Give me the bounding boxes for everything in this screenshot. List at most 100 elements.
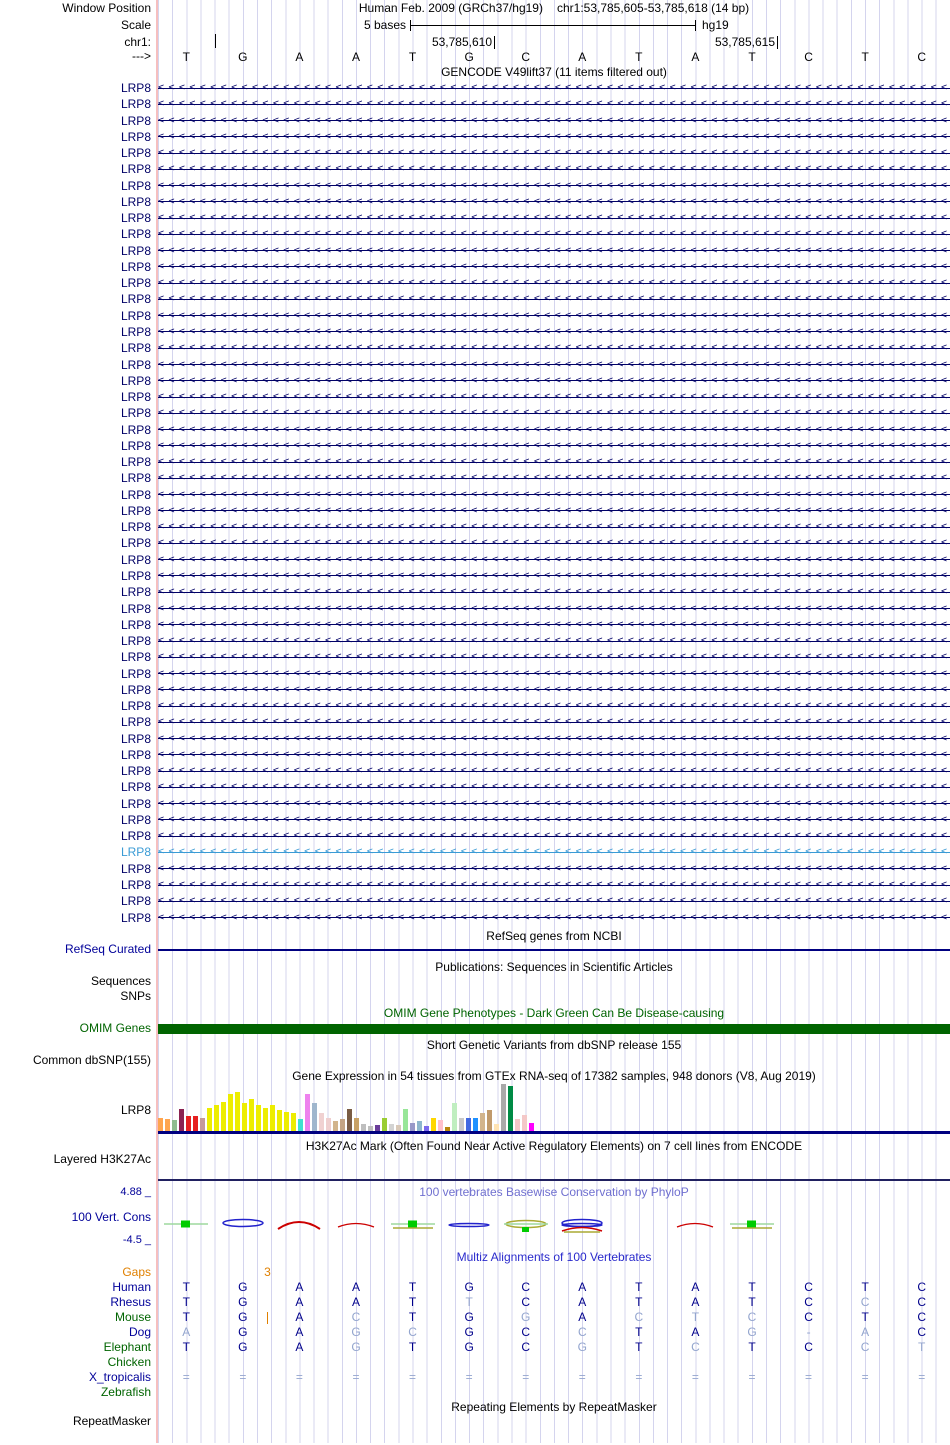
omim-gene-item[interactable] [158, 1024, 950, 1034]
gene-row-lrp8[interactable]: LRP8 <<<<<<<<<<<<<<<<<<<<<<<<<<<<<<<<<<<<… [0, 502, 950, 519]
gene-label[interactable]: LRP8 [0, 747, 151, 763]
omim-genes-label[interactable]: OMIM Genes [0, 1022, 151, 1035]
gene-row-lrp8[interactable]: LRP8 <<<<<<<<<<<<<<<<<<<<<<<<<<<<<<<<<<<<… [0, 258, 950, 275]
gene-row-lrp8[interactable]: LRP8 <<<<<<<<<<<<<<<<<<<<<<<<<<<<<<<<<<<<… [0, 519, 950, 536]
alignment-row-chicken[interactable]: Chicken [0, 1355, 950, 1370]
gene-label[interactable]: LRP8 [0, 698, 151, 714]
gene-row-lrp8[interactable]: LRP8 <<<<<<<<<<<<<<<<<<<<<<<<<<<<<<<<<<<<… [0, 128, 950, 145]
gene-row-lrp8[interactable]: LRP8 <<<<<<<<<<<<<<<<<<<<<<<<<<<<<<<<<<<<… [0, 551, 950, 568]
gene-label[interactable]: LRP8 [0, 80, 151, 96]
gene-row-lrp8[interactable]: LRP8 <<<<<<<<<<<<<<<<<<<<<<<<<<<<<<<<<<<<… [0, 80, 950, 96]
alignment-row-mouse[interactable]: Mouse T G A C T G G A C T C C T C [0, 1310, 950, 1325]
gene-label[interactable]: LRP8 [0, 812, 151, 828]
gene-row-lrp8[interactable]: LRP8 <<<<<<<<<<<<<<<<<<<<<<<<<<<<<<<<<<<<… [0, 633, 950, 650]
gene-label[interactable]: LRP8 [0, 552, 151, 568]
gene-label[interactable]: LRP8 [0, 861, 151, 877]
gene-row-lrp8[interactable]: LRP8 <<<<<<<<<<<<<<<<<<<<<<<<<<<<<<<<<<<<… [0, 210, 950, 227]
refseq-curated-label[interactable]: RefSeq Curated [0, 943, 151, 956]
gene-row-lrp8[interactable]: LRP8 <<<<<<<<<<<<<<<<<<<<<<<<<<<<<<<<<<<<… [0, 193, 950, 210]
gene-row-lrp8[interactable]: LRP8 <<<<<<<<<<<<<<<<<<<<<<<<<<<<<<<<<<<<… [0, 323, 950, 340]
gene-row-lrp8[interactable]: LRP8 <<<<<<<<<<<<<<<<<<<<<<<<<<<<<<<<<<<<… [0, 763, 950, 780]
gene-label[interactable]: LRP8 [0, 243, 151, 259]
species-label[interactable]: Zebrafish [0, 1385, 151, 1400]
gtex-gene-label[interactable]: LRP8 [0, 1104, 151, 1117]
gene-row-lrp8[interactable]: LRP8 <<<<<<<<<<<<<<<<<<<<<<<<<<<<<<<<<<<<… [0, 470, 950, 487]
gene-row-lrp8[interactable]: LRP8 <<<<<<<<<<<<<<<<<<<<<<<<<<<<<<<<<<<<… [0, 454, 950, 471]
gene-label[interactable]: LRP8 [0, 519, 151, 535]
gene-label[interactable]: LRP8 [0, 714, 151, 730]
gene-row-lrp8[interactable]: LRP8 <<<<<<<<<<<<<<<<<<<<<<<<<<<<<<<<<<<<… [0, 145, 950, 162]
gene-label[interactable]: LRP8 [0, 601, 151, 617]
gene-label[interactable]: LRP8 [0, 470, 151, 486]
alignment-row-zebrafish[interactable]: Zebrafish [0, 1385, 950, 1400]
gene-row-lrp8[interactable]: LRP8 <<<<<<<<<<<<<<<<<<<<<<<<<<<<<<<<<<<<… [0, 909, 950, 926]
gene-row-lrp8[interactable]: LRP8 <<<<<<<<<<<<<<<<<<<<<<<<<<<<<<<<<<<<… [0, 112, 950, 129]
gene-label[interactable]: LRP8 [0, 340, 151, 356]
gene-label[interactable]: LRP8 [0, 877, 151, 893]
gene-label[interactable]: LRP8 [0, 161, 151, 177]
gene-label[interactable]: LRP8 [0, 568, 151, 584]
gene-row-lrp8[interactable]: LRP8 <<<<<<<<<<<<<<<<<<<<<<<<<<<<<<<<<<<<… [0, 877, 950, 894]
gene-label[interactable]: LRP8 [0, 682, 151, 698]
gene-label[interactable]: LRP8 [0, 633, 151, 649]
gene-label[interactable]: LRP8 [0, 796, 151, 812]
gene-row-lrp8[interactable]: LRP8 <<<<<<<<<<<<<<<<<<<<<<<<<<<<<<<<<<<<… [0, 96, 950, 113]
gene-label[interactable]: LRP8 [0, 357, 151, 373]
gene-row-lrp8[interactable]: LRP8 <<<<<<<<<<<<<<<<<<<<<<<<<<<<<<<<<<<<… [0, 567, 950, 584]
gene-row-lrp8[interactable]: LRP8 <<<<<<<<<<<<<<<<<<<<<<<<<<<<<<<<<<<<… [0, 811, 950, 828]
gene-label[interactable]: LRP8 [0, 844, 151, 860]
gene-label[interactable]: LRP8 [0, 324, 151, 340]
gene-row-lrp8[interactable]: LRP8 <<<<<<<<<<<<<<<<<<<<<<<<<<<<<<<<<<<<… [0, 730, 950, 747]
gene-label[interactable]: LRP8 [0, 96, 151, 112]
gene-label[interactable]: LRP8 [0, 113, 151, 129]
gene-label[interactable]: LRP8 [0, 763, 151, 779]
gene-label[interactable]: LRP8 [0, 731, 151, 747]
gene-row-lrp8[interactable]: LRP8 <<<<<<<<<<<<<<<<<<<<<<<<<<<<<<<<<<<<… [0, 389, 950, 406]
gene-label[interactable]: LRP8 [0, 893, 151, 909]
gene-label[interactable]: LRP8 [0, 291, 151, 307]
species-label[interactable]: Dog [0, 1325, 151, 1340]
gene-row-lrp8[interactable]: LRP8 <<<<<<<<<<<<<<<<<<<<<<<<<<<<<<<<<<<<… [0, 584, 950, 601]
gene-row-lrp8[interactable]: LRP8 <<<<<<<<<<<<<<<<<<<<<<<<<<<<<<<<<<<<… [0, 795, 950, 812]
gene-row-lrp8[interactable]: LRP8 <<<<<<<<<<<<<<<<<<<<<<<<<<<<<<<<<<<<… [0, 649, 950, 666]
gaps-label[interactable]: Gaps [0, 1265, 151, 1280]
common-dbsnp-label[interactable]: Common dbSNP(155) [0, 1054, 151, 1067]
layered-h3k27ac-label[interactable]: Layered H3K27Ac [0, 1153, 151, 1166]
species-label[interactable]: Elephant [0, 1340, 151, 1355]
species-label[interactable]: Human [0, 1280, 151, 1295]
species-label[interactable]: Chicken [0, 1355, 151, 1370]
species-label[interactable]: Rhesus [0, 1295, 151, 1310]
gene-label[interactable]: LRP8 [0, 129, 151, 145]
gene-label[interactable]: LRP8 [0, 584, 151, 600]
gene-label[interactable]: LRP8 [0, 535, 151, 551]
gene-label[interactable]: LRP8 [0, 194, 151, 210]
gene-label[interactable]: LRP8 [0, 438, 151, 454]
gene-label[interactable]: LRP8 [0, 145, 151, 161]
gene-label[interactable]: LRP8 [0, 454, 151, 470]
gene-row-lrp8[interactable]: LRP8 <<<<<<<<<<<<<<<<<<<<<<<<<<<<<<<<<<<<… [0, 779, 950, 796]
gene-row-lrp8[interactable]: LRP8 <<<<<<<<<<<<<<<<<<<<<<<<<<<<<<<<<<<<… [0, 275, 950, 292]
gene-row-lrp8[interactable]: LRP8 <<<<<<<<<<<<<<<<<<<<<<<<<<<<<<<<<<<<… [0, 161, 950, 178]
gene-label[interactable]: LRP8 [0, 422, 151, 438]
gene-row-lrp8[interactable]: LRP8 <<<<<<<<<<<<<<<<<<<<<<<<<<<<<<<<<<<<… [0, 291, 950, 308]
gene-label[interactable]: LRP8 [0, 226, 151, 242]
gene-label[interactable]: LRP8 [0, 259, 151, 275]
repeatmasker-label[interactable]: RepeatMasker [0, 1415, 151, 1428]
alignment-row-elephant[interactable]: Elephant T G A G T G C G T C T C C T [0, 1340, 950, 1355]
gene-row-lrp8[interactable]: LRP8 <<<<<<<<<<<<<<<<<<<<<<<<<<<<<<<<<<<<… [0, 405, 950, 422]
alignment-row-x_tropicalis[interactable]: X_tropicalis = = = = = = = = = = = = = = [0, 1370, 950, 1385]
gene-row-lrp8[interactable]: LRP8 <<<<<<<<<<<<<<<<<<<<<<<<<<<<<<<<<<<<… [0, 681, 950, 698]
gene-label[interactable]: LRP8 [0, 373, 151, 389]
gene-label[interactable]: LRP8 [0, 389, 151, 405]
gene-row-lrp8[interactable]: LRP8 <<<<<<<<<<<<<<<<<<<<<<<<<<<<<<<<<<<<… [0, 226, 950, 243]
gene-label[interactable]: LRP8 [0, 210, 151, 226]
alignment-row-human[interactable]: Human T G A A T G C A T A T C T C [0, 1280, 950, 1295]
gene-label[interactable]: LRP8 [0, 308, 151, 324]
gene-row-lrp8[interactable]: LRP8 <<<<<<<<<<<<<<<<<<<<<<<<<<<<<<<<<<<<… [0, 714, 950, 731]
gene-row-lrp8[interactable]: LRP8 <<<<<<<<<<<<<<<<<<<<<<<<<<<<<<<<<<<<… [0, 893, 950, 910]
species-label[interactable]: X_tropicalis [0, 1370, 151, 1385]
gene-row-lrp8[interactable]: LRP8 <<<<<<<<<<<<<<<<<<<<<<<<<<<<<<<<<<<<… [0, 698, 950, 715]
gene-row-lrp8[interactable]: LRP8 <<<<<<<<<<<<<<<<<<<<<<<<<<<<<<<<<<<<… [0, 340, 950, 357]
gene-row-lrp8[interactable]: LRP8 <<<<<<<<<<<<<<<<<<<<<<<<<<<<<<<<<<<<… [0, 860, 950, 877]
gene-label[interactable]: LRP8 [0, 779, 151, 795]
